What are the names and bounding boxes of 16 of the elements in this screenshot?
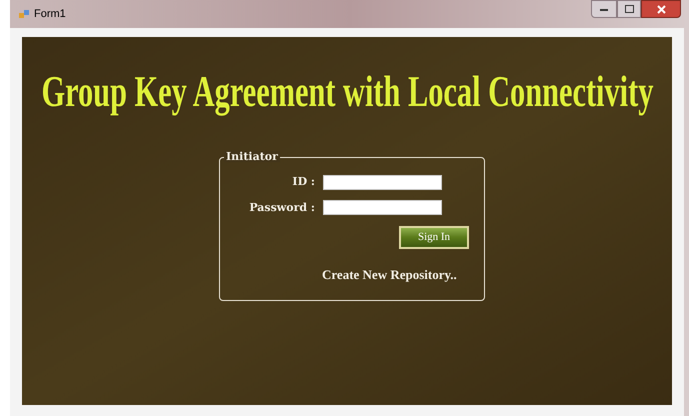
input-field[interactable] — [323, 174, 442, 190]
input-field[interactable] — [323, 200, 442, 216]
field-label: Password : — [248, 200, 316, 216]
app-icon — [18, 8, 30, 20]
create-repository-link[interactable]: Create New Repository.. — [322, 265, 457, 284]
minimize-button[interactable] — [591, 0, 617, 18]
close-icon — [656, 4, 666, 14]
field-label: ID : — [291, 174, 316, 190]
maximize-icon — [624, 5, 634, 13]
sign-in-button[interactable]: Sign In — [399, 226, 469, 249]
maximize-button[interactable] — [617, 0, 641, 18]
window-title: Form1 — [34, 6, 66, 22]
minimize-icon — [600, 8, 608, 10]
app-heading: Group Key Agreement with Local Connectivity — [41, 70, 653, 114]
group-title: Initiator — [224, 151, 280, 162]
close-button[interactable] — [641, 0, 681, 18]
